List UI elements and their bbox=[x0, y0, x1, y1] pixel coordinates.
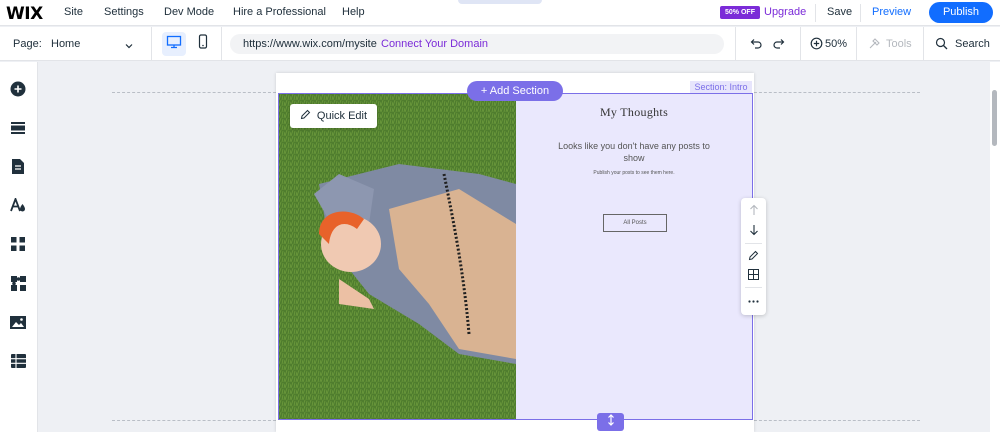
zoom-level[interactable]: 50% bbox=[825, 38, 847, 50]
section-guide-line bbox=[112, 92, 276, 93]
chevron-down-icon[interactable] bbox=[124, 38, 134, 56]
quick-edit-label: Quick Edit bbox=[316, 110, 368, 122]
section-guide-line bbox=[754, 420, 920, 421]
menu-hire-professional[interactable]: Hire a Professional bbox=[233, 6, 326, 18]
section-guide-line bbox=[112, 420, 276, 421]
divider bbox=[745, 287, 762, 288]
tools-icon[interactable] bbox=[868, 37, 881, 55]
divider bbox=[745, 243, 762, 244]
move-down-icon[interactable] bbox=[746, 222, 761, 237]
design-brush-icon[interactable] bbox=[746, 248, 761, 263]
design-icon[interactable] bbox=[9, 196, 27, 214]
tools-button[interactable]: Tools bbox=[886, 38, 912, 50]
left-sidebar bbox=[0, 62, 38, 432]
layout-icon[interactable] bbox=[746, 267, 761, 282]
menu-settings[interactable]: Settings bbox=[104, 6, 144, 18]
wix-logo[interactable]: WIX bbox=[6, 4, 43, 24]
cms-icon[interactable] bbox=[9, 352, 27, 370]
section-actions-panel bbox=[741, 198, 766, 315]
section-guide-line bbox=[754, 92, 920, 93]
divider bbox=[815, 4, 816, 22]
scrollbar-thumb[interactable] bbox=[992, 90, 997, 146]
divider bbox=[800, 27, 801, 61]
resize-vertical-icon bbox=[607, 413, 615, 431]
section-label: Section: Intro bbox=[690, 81, 752, 93]
menu-help[interactable]: Help bbox=[342, 6, 365, 18]
search-button[interactable]: Search bbox=[955, 38, 990, 50]
mobile-icon bbox=[198, 34, 208, 54]
zoom-icon[interactable] bbox=[810, 37, 823, 55]
divider bbox=[221, 27, 222, 61]
publish-button[interactable]: Publish bbox=[929, 2, 993, 23]
page-label: Page: bbox=[13, 38, 42, 50]
divider bbox=[151, 27, 152, 61]
undo-icon[interactable] bbox=[749, 37, 763, 56]
pages-icon[interactable] bbox=[9, 157, 27, 175]
desktop-view-button[interactable] bbox=[162, 32, 186, 56]
discount-badge: 50% OFF bbox=[720, 6, 760, 19]
page-selector[interactable]: Home bbox=[51, 38, 80, 50]
search-icon[interactable] bbox=[935, 37, 948, 55]
divider bbox=[735, 27, 736, 61]
connect-domain-link[interactable]: Connect Your Domain bbox=[381, 38, 488, 50]
site-url: https://www.wix.com/mysite bbox=[243, 38, 377, 50]
divider bbox=[856, 27, 857, 61]
add-section-button[interactable]: + Add Section bbox=[467, 81, 563, 101]
redo-icon[interactable] bbox=[772, 37, 786, 56]
top-handle bbox=[458, 0, 542, 4]
menu-dev-mode[interactable]: Dev Mode bbox=[164, 6, 214, 18]
url-bar[interactable]: https://www.wix.com/mysite Connect Your … bbox=[230, 34, 724, 54]
divider bbox=[923, 27, 924, 61]
desktop-icon bbox=[166, 35, 182, 54]
preview-button[interactable]: Preview bbox=[872, 6, 911, 18]
move-up-icon[interactable] bbox=[746, 202, 761, 217]
business-icon[interactable] bbox=[9, 274, 27, 292]
divider bbox=[860, 4, 861, 22]
section-intro-outline[interactable] bbox=[278, 93, 753, 420]
sections-icon[interactable] bbox=[9, 119, 27, 137]
resize-handle[interactable] bbox=[597, 413, 624, 431]
apps-icon[interactable] bbox=[9, 235, 27, 253]
menu-site[interactable]: Site bbox=[64, 6, 83, 18]
pencil-icon bbox=[300, 109, 311, 123]
top-bar: WIX Site Settings Dev Mode Hire a Profes… bbox=[0, 0, 1000, 26]
more-icon[interactable] bbox=[746, 294, 761, 309]
upgrade-link[interactable]: Upgrade bbox=[764, 6, 806, 18]
save-button[interactable]: Save bbox=[827, 6, 852, 18]
quick-edit-button[interactable]: Quick Edit bbox=[290, 104, 377, 128]
add-elements-icon[interactable] bbox=[9, 80, 27, 98]
mobile-view-button[interactable] bbox=[191, 32, 215, 56]
editor-toolbar: Page: Home https://www.wix.com/mysite Co… bbox=[0, 27, 1000, 61]
media-icon[interactable] bbox=[9, 313, 27, 331]
